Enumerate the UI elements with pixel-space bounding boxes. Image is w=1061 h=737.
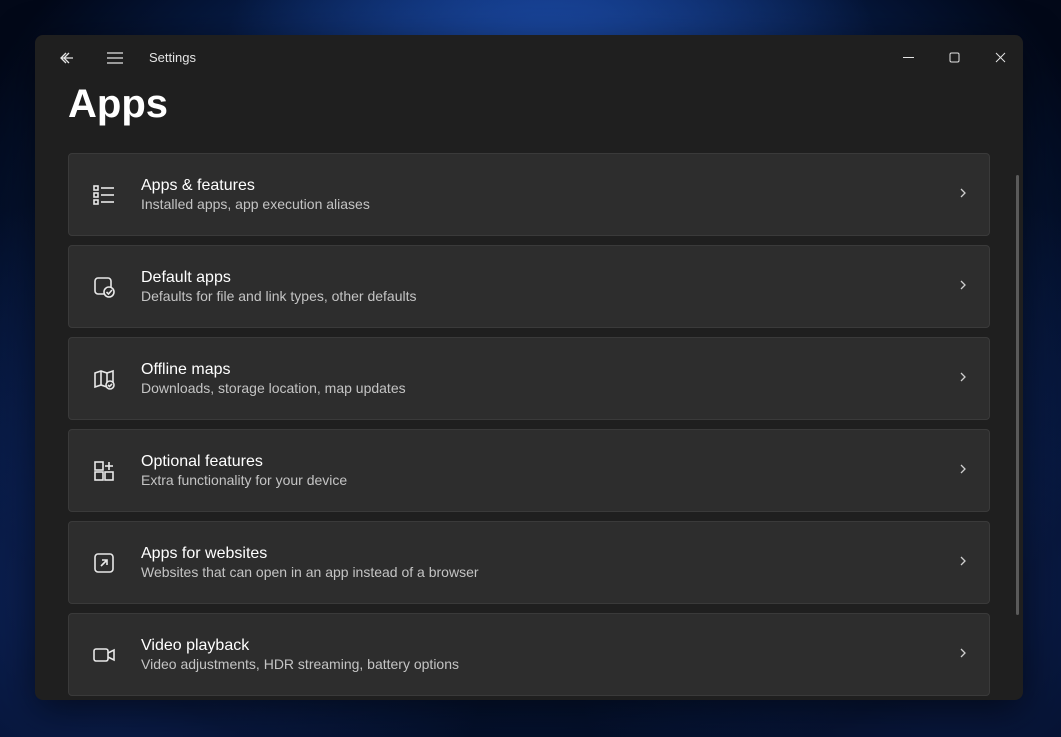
- minimize-button[interactable]: [885, 40, 931, 76]
- item-apps-and-features[interactable]: Apps & features Installed apps, app exec…: [68, 153, 990, 236]
- apps-websites-icon: [89, 548, 119, 578]
- titlebar: Settings: [35, 35, 1023, 80]
- minimize-icon: [903, 52, 914, 63]
- chevron-right-icon: [957, 646, 969, 664]
- page-content: Apps Apps & features Installed apps, app…: [35, 80, 1023, 700]
- chevron-right-icon: [957, 462, 969, 480]
- close-icon: [995, 52, 1006, 63]
- close-button[interactable]: [977, 40, 1023, 76]
- chevron-right-icon: [957, 554, 969, 572]
- item-offline-maps[interactable]: Offline maps Downloads, storage location…: [68, 337, 990, 420]
- settings-window: Settings Apps: [35, 35, 1023, 700]
- item-subtitle: Video adjustments, HDR streaming, batter…: [141, 656, 957, 672]
- page-title: Apps: [68, 82, 990, 127]
- map-icon: [89, 364, 119, 394]
- item-title: Apps for websites: [141, 545, 957, 563]
- item-subtitle: Downloads, storage location, map updates: [141, 380, 957, 396]
- app-title: Settings: [149, 50, 196, 65]
- item-title: Optional features: [141, 453, 957, 471]
- maximize-icon: [949, 52, 960, 63]
- item-subtitle: Websites that can open in an app instead…: [141, 564, 957, 580]
- titlebar-left: Settings: [47, 38, 196, 78]
- window-controls: [885, 40, 1023, 76]
- item-apps-for-websites[interactable]: Apps for websites Websites that can open…: [68, 521, 990, 604]
- item-title: Offline maps: [141, 361, 957, 379]
- default-apps-icon: [89, 272, 119, 302]
- hamburger-icon: [106, 51, 124, 65]
- video-icon: [89, 640, 119, 670]
- navigation-menu-button[interactable]: [95, 38, 135, 78]
- back-button[interactable]: [47, 38, 87, 78]
- item-title: Video playback: [141, 637, 957, 655]
- chevron-right-icon: [957, 278, 969, 296]
- scrollbar[interactable]: [1016, 175, 1019, 615]
- item-subtitle: Extra functionality for your device: [141, 472, 957, 488]
- chevron-right-icon: [957, 186, 969, 204]
- maximize-button[interactable]: [931, 40, 977, 76]
- item-title: Apps & features: [141, 177, 957, 195]
- chevron-right-icon: [957, 370, 969, 388]
- item-default-apps[interactable]: Default apps Defaults for file and link …: [68, 245, 990, 328]
- item-optional-features[interactable]: Optional features Extra functionality fo…: [68, 429, 990, 512]
- settings-items-list: Apps & features Installed apps, app exec…: [68, 153, 990, 696]
- item-subtitle: Defaults for file and link types, other …: [141, 288, 957, 304]
- optional-features-icon: [89, 456, 119, 486]
- item-video-playback[interactable]: Video playback Video adjustments, HDR st…: [68, 613, 990, 696]
- item-subtitle: Installed apps, app execution aliases: [141, 196, 957, 212]
- back-arrow-icon: [59, 50, 75, 66]
- item-title: Default apps: [141, 269, 957, 287]
- apps-list-icon: [89, 180, 119, 210]
